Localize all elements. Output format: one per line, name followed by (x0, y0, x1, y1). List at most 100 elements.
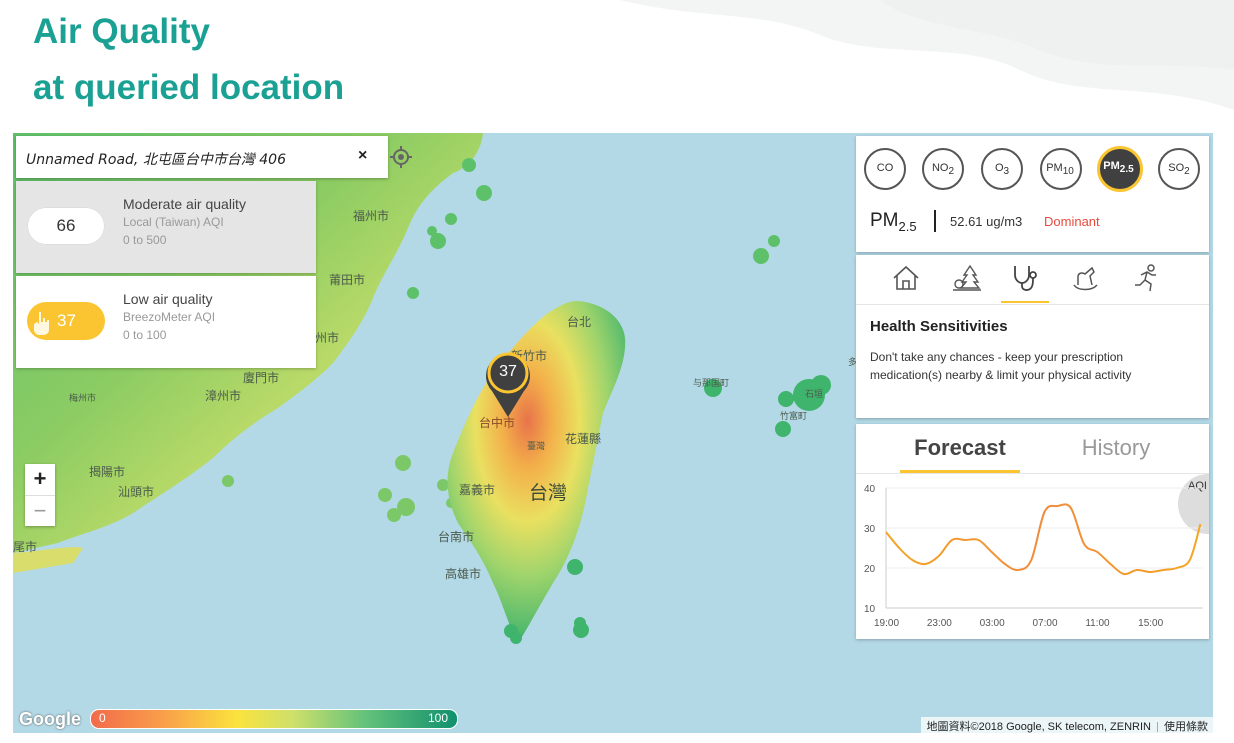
pollutant-subscript: 10 (1062, 166, 1074, 178)
aqi-source: Local (Taiwan) AQI (123, 215, 224, 229)
y-tick-label: 40 (864, 484, 876, 495)
pollutant-button-pm25[interactable]: PM2.5 (1097, 146, 1143, 192)
map-label: 石垣 (805, 390, 824, 400)
outdoors-tab[interactable] (943, 255, 991, 303)
dominant-badge: Dominant (1044, 214, 1100, 229)
home-tab[interactable] (882, 255, 930, 303)
hand-icon (34, 312, 49, 335)
forecast-chart: 10 20 30 40 19:00 23:00 03:00 07:00 11:00 15:00 (864, 484, 1203, 629)
forecast-series-line (885, 503, 1202, 576)
map-label: 汕頭市 (118, 485, 155, 499)
search-box[interactable]: Unnamed Road, 北屯區台中市台灣 406 × (16, 136, 412, 178)
aqi-card-local[interactable]: 66 Moderate air quality Local (Taiwan) A… (16, 181, 316, 273)
map-label: 莆田市 (329, 273, 366, 287)
sport-tab[interactable] (1122, 255, 1170, 303)
clear-search-button[interactable]: × (358, 147, 367, 165)
map-label: 花蓮縣 (565, 432, 602, 446)
home-icon (893, 265, 919, 290)
map-attribution: 地圖資料©2018 Google, SK telecom, ZENRIN 使用條款 (921, 717, 1213, 733)
map-label: 嘉義市 (459, 483, 496, 497)
map-label: 梅州市 (69, 394, 97, 404)
x-tick-label: 03:00 (980, 618, 1005, 629)
map-label: 高雄市 (445, 567, 482, 581)
zoom-control: + − (25, 464, 55, 526)
divider (856, 304, 1209, 305)
pollutant-subscript: 2.5 (1119, 164, 1134, 176)
tab-history[interactable]: History (1036, 424, 1196, 472)
readout-divider (934, 210, 936, 232)
aqi-card-breezometer[interactable]: 37 Low air quality BreezoMeter AQI 0 to … (16, 276, 316, 368)
search-input[interactable]: Unnamed Road, 北屯區台中市台灣 406 (26, 149, 286, 169)
page-subtitle: at queried location (33, 68, 345, 107)
marker-aqi-value: 37 (499, 363, 517, 380)
active-tab-indicator (1001, 301, 1049, 303)
aqi-range: 0 to 100 (123, 328, 167, 342)
map-pin-icon (486, 352, 530, 417)
health-title: Health Sensitivities (870, 318, 1008, 335)
aqi-range: 0 to 500 (123, 233, 167, 247)
map-label: 竹富町 (780, 412, 808, 422)
readout-pollutant-name: PM2.5 (870, 210, 917, 234)
map-label: 廈門市 (243, 371, 280, 385)
outdoors-icon (953, 264, 981, 291)
aqi-value: 37 (57, 311, 76, 330)
x-tick-label: 07:00 (1033, 618, 1058, 629)
y-tick-label: 10 (864, 604, 876, 615)
zoom-out-button[interactable]: − (25, 495, 55, 526)
pollutant-label: CO (876, 162, 894, 174)
readout-concentration: 52.61 ug/m3 (950, 214, 1023, 229)
x-tick-label: 11:00 (1085, 618, 1110, 629)
pollutant-label: PM (1046, 162, 1063, 174)
aqi-title: Moderate air quality (123, 196, 246, 212)
aqi-source: BreezoMeter AQI (123, 310, 216, 324)
location-marker[interactable]: 37 (485, 351, 533, 419)
map-label: 台灣 (529, 482, 568, 504)
pollutant-subscript: 2 (948, 166, 955, 178)
map-data-credit: 地圖資料©2018 Google, SK telecom, ZENRIN (926, 721, 1151, 733)
aqi-color-scale: 0 100 (90, 709, 458, 729)
pollutant-label: O (994, 162, 1004, 174)
y-tick-label: 20 (864, 564, 876, 575)
child-icon (1073, 266, 1098, 291)
map-label: 台北 (567, 315, 592, 329)
pollutant-label: PM (1103, 160, 1120, 172)
aqi-value-badge: 66 (27, 207, 105, 245)
map-label: 臺灣 (527, 442, 546, 452)
stethoscope-icon (1014, 266, 1037, 291)
terms-link[interactable]: 使用條款 (1164, 721, 1208, 733)
pollutant-button-no2[interactable]: NO2 (922, 148, 964, 190)
aqi-title: Low air quality (123, 291, 213, 307)
pollutant-subscript: 3 (1003, 166, 1010, 178)
page-title: Air Quality (33, 12, 210, 51)
health-tab[interactable] (1001, 255, 1049, 303)
pollutant-button-so2[interactable]: SO2 (1158, 148, 1200, 190)
map-label: 台南市 (438, 530, 475, 544)
x-tick-label: 19:00 (874, 618, 899, 629)
sport-icon (1135, 264, 1156, 292)
map[interactable]: 福州市 莆田市 泉州市 廈門市 漳州市 梅州市 揭陽市 汕頭市 尾市 台北 新竹… (13, 133, 1213, 733)
pollutant-panel: CO NO2 O3 PM10 PM2.5 SO2 PM2.5 52.61 ug/… (856, 136, 1209, 252)
pollutant-button-pm10[interactable]: PM10 (1040, 148, 1082, 190)
google-logo: Google (19, 709, 81, 729)
aqi-value-badge: 37 (27, 302, 105, 340)
pollutant-subscript: 2 (1184, 166, 1190, 178)
forecast-panel: Forecast History AQI 10 20 30 40 19:00 23:00 0… (856, 424, 1209, 639)
children-tab[interactable] (1061, 255, 1109, 303)
tab-forecast[interactable]: Forecast (880, 424, 1040, 472)
map-label: 与那国町 (693, 379, 730, 389)
locate-icon[interactable] (390, 146, 412, 168)
pollutant-button-co[interactable]: CO (864, 148, 906, 190)
y-tick-label: 30 (864, 524, 876, 535)
map-label: 漳州市 (205, 389, 242, 403)
health-recommendation: Don't take any chances - keep your presc… (870, 350, 1132, 382)
readout-subscript: 2.5 (898, 218, 917, 234)
readout-pollutant: PM (870, 210, 899, 231)
pollutant-button-o3[interactable]: O3 (981, 148, 1023, 190)
x-tick-label: 15:00 (1138, 618, 1163, 629)
x-tick-label: 23:00 (927, 618, 952, 629)
map-label: 福州市 (353, 209, 390, 223)
scale-min-label: 0 (99, 711, 106, 725)
map-label: 揭陽市 (89, 465, 126, 479)
zoom-in-button[interactable]: + (25, 464, 55, 494)
scale-max-label: 100 (427, 711, 448, 725)
